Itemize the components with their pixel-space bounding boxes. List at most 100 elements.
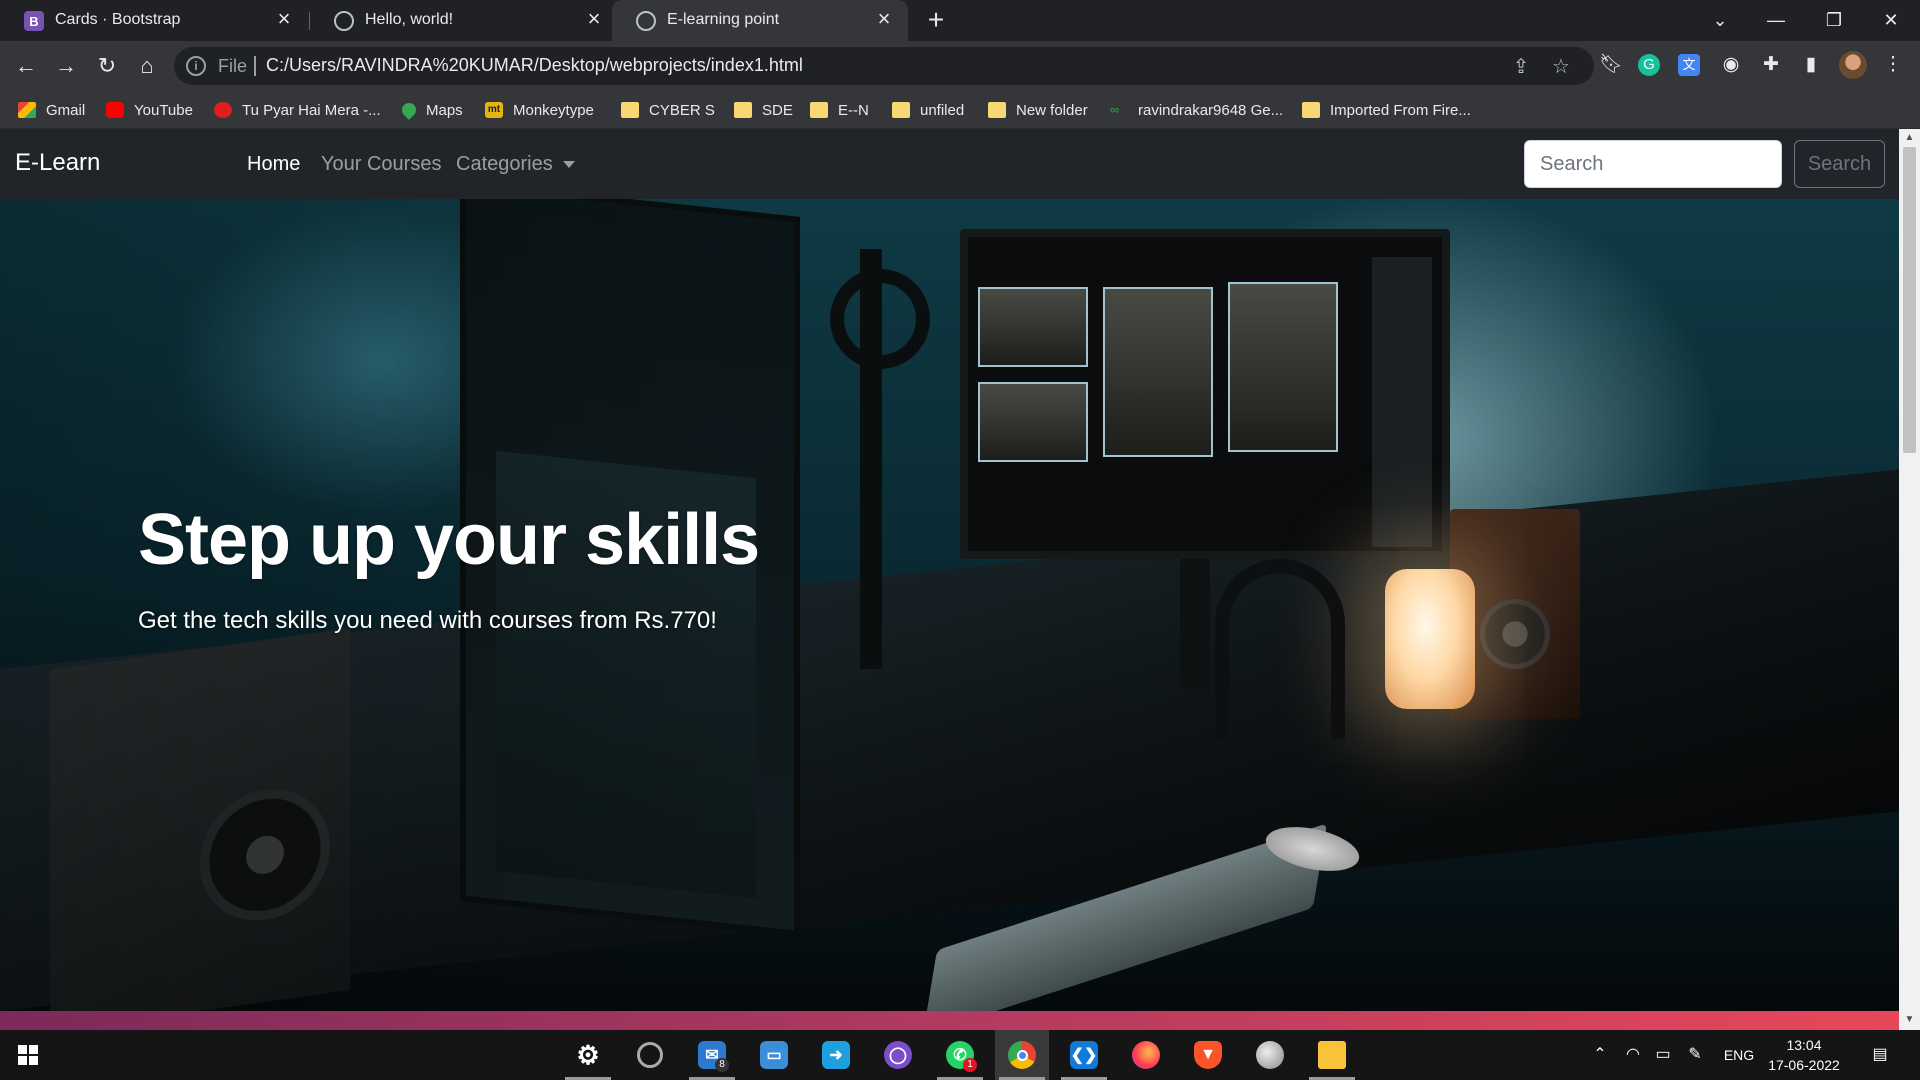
globe-icon — [334, 11, 354, 31]
tab-search-icon[interactable]: ⌄ — [1700, 6, 1740, 34]
tab-label: E-learning point — [667, 11, 780, 28]
forward-button[interactable]: → — [52, 52, 80, 80]
tab-elearning-point[interactable]: E-learning point × — [612, 0, 908, 41]
wifi-icon[interactable]: ◠ — [1622, 1044, 1644, 1066]
page-scrollbar[interactable]: ▲ ▼ — [1899, 129, 1920, 1030]
divider — [254, 56, 256, 76]
search-button[interactable]: Search — [1794, 140, 1885, 188]
gmail-icon — [18, 102, 36, 118]
close-icon[interactable]: × — [584, 8, 604, 30]
close-window-button[interactable]: ✕ — [1871, 6, 1911, 34]
maps-icon — [399, 100, 419, 120]
github-icon: ◯ — [884, 1041, 912, 1069]
music-icon — [214, 102, 232, 118]
file-explorer-icon — [1318, 1041, 1346, 1069]
taskbar-app-media[interactable] — [623, 1030, 677, 1080]
close-icon[interactable]: × — [874, 8, 894, 30]
notification-icon[interactable]: ▤ — [1868, 1044, 1892, 1066]
pen-icon[interactable]: ✎ — [1684, 1044, 1706, 1066]
bookmark-gmail[interactable]: Gmail — [18, 97, 85, 123]
taskbar-app-remote[interactable]: ➜ — [809, 1030, 863, 1080]
nav-courses-link[interactable]: Your Courses — [321, 153, 441, 176]
windows-start-icon[interactable] — [18, 1045, 38, 1065]
vscode-icon: ❮❯ — [1070, 1041, 1098, 1069]
folder-icon — [810, 102, 828, 118]
bookmark-folder-unfiled[interactable]: unfiled — [892, 97, 964, 123]
site-brand[interactable]: E-Learn — [15, 149, 100, 177]
bookmark-label: Tu Pyar Hai Mera -... — [242, 101, 381, 119]
grammarly-icon[interactable]: G — [1638, 54, 1660, 76]
url-text[interactable]: C:/Users/RAVINDRA%20KUMAR/Desktop/webpro… — [266, 55, 803, 76]
profile-avatar[interactable] — [1839, 51, 1867, 79]
menu-icon[interactable]: ⋮ — [1880, 52, 1906, 78]
info-icon[interactable]: i — [186, 56, 206, 76]
taskbar-app-paint[interactable] — [1243, 1030, 1297, 1080]
page-viewport: E-Learn Home Your Courses Categories Sea… — [0, 129, 1899, 1030]
bookmark-label: CYBER S — [649, 101, 715, 119]
bookmark-icon[interactable]: 🔖︎ — [1598, 52, 1624, 78]
taskbar-app-file-explorer[interactable] — [1305, 1030, 1359, 1080]
taskbar-app-chrome[interactable] — [995, 1030, 1049, 1080]
minimize-button[interactable]: — — [1756, 6, 1796, 34]
back-button[interactable]: ← — [12, 52, 40, 80]
bookmark-folder-new[interactable]: New folder — [988, 97, 1088, 123]
taskbar-app-github[interactable]: ◯ — [871, 1030, 925, 1080]
bookmarks-bar: Gmail YouTube Tu Pyar Hai Mera -... Maps… — [0, 91, 1920, 129]
bookmark-label: ravindrakar9648 Ge... — [1138, 101, 1284, 119]
caret-down-icon — [562, 161, 575, 169]
nav-home-link[interactable]: Home — [247, 153, 300, 176]
close-icon[interactable]: × — [274, 8, 294, 30]
bookmark-folder-cyber[interactable]: CYBER S — [621, 97, 715, 123]
home-button[interactable]: ⌂ — [133, 52, 161, 80]
paint-icon — [1256, 1041, 1284, 1069]
taskbar-app-firefox[interactable] — [1119, 1030, 1173, 1080]
address-bar[interactable]: i File C:/Users/RAVINDRA%20KUMAR/Desktop… — [174, 47, 1594, 85]
nav-categories-dropdown[interactable]: Categories — [456, 153, 575, 176]
battery-icon[interactable]: ▭ — [1652, 1044, 1674, 1066]
bookmark-folder-imported[interactable]: Imported From Fire... — [1302, 97, 1471, 123]
bookmark-song[interactable]: Tu Pyar Hai Mera -... — [214, 97, 381, 123]
bookmark-label: Imported From Fire... — [1330, 101, 1471, 119]
scroll-thumb[interactable] — [1903, 147, 1916, 453]
bookmark-folder-en[interactable]: E--N — [810, 97, 869, 123]
scroll-down-icon[interactable]: ▼ — [1904, 1015, 1915, 1025]
bookmark-label: Gmail — [46, 101, 86, 119]
taskbar-app-computer[interactable]: ▭ — [747, 1030, 801, 1080]
geeksforgeeks-icon: ∞ — [1110, 102, 1120, 117]
bookmark-label: New folder — [1016, 101, 1088, 119]
bookmark-youtube[interactable]: YouTube — [106, 97, 193, 123]
extensions-icon[interactable]: ✚ — [1758, 52, 1784, 78]
hero-banner: Step up your skills Get the tech skills … — [0, 199, 1899, 1011]
reload-button[interactable]: ↻ — [93, 52, 121, 80]
new-tab-button[interactable]: + — [922, 6, 950, 35]
star-icon[interactable]: ☆ — [1550, 56, 1572, 78]
bookmark-folder-sde[interactable]: SDE — [734, 97, 793, 123]
share-icon[interactable]: ⇪ — [1510, 56, 1532, 78]
bookmark-monkeytype[interactable]: mt Monkeytype — [485, 97, 594, 123]
translate-icon[interactable]: 文 — [1678, 54, 1700, 76]
language-indicator[interactable]: ENG — [1720, 1044, 1758, 1066]
scroll-up-icon[interactable]: ▲ — [1904, 133, 1915, 143]
restore-button[interactable]: ❐ — [1814, 6, 1854, 34]
clock-date: 17-06-2022 — [1768, 1057, 1840, 1073]
browser-toolbar: ← → ↻ ⌂ i File C:/Users/RAVINDRA%20KUMAR… — [0, 41, 1920, 91]
show-hidden-icons[interactable]: ⌃ — [1590, 1044, 1610, 1066]
tab-cards-bootstrap[interactable]: B Cards · Bootstrap × — [0, 0, 308, 41]
taskbar-app-mail[interactable]: ✉ 8 — [685, 1030, 739, 1080]
bookmark-maps[interactable]: Maps — [399, 97, 463, 123]
tab-label: Hello, world! — [365, 11, 454, 28]
bookmark-geeksforgeeks[interactable]: ∞ ravindrakar9648 Ge... — [1110, 97, 1283, 123]
side-panel-icon[interactable]: ▮ — [1798, 52, 1824, 78]
system-clock[interactable]: 13:04 17-06-2022 — [1764, 1035, 1844, 1075]
settings-icon: ⚙ — [576, 1039, 600, 1070]
search-input[interactable] — [1524, 140, 1782, 188]
bookmark-label: E--N — [838, 101, 869, 119]
media-icon — [637, 1042, 663, 1068]
taskbar-app-vscode[interactable]: ❮❯ — [1057, 1030, 1111, 1080]
taskbar-app-settings[interactable]: ⚙ — [561, 1030, 615, 1080]
folder-icon — [621, 102, 639, 118]
tab-hello-world[interactable]: Hello, world! × — [310, 0, 618, 41]
taskbar-app-brave[interactable]: ▼ — [1181, 1030, 1235, 1080]
taskbar-app-whatsapp[interactable]: ✆ 1 — [933, 1030, 987, 1080]
extension-mouse-icon[interactable]: ◉ — [1718, 52, 1744, 78]
